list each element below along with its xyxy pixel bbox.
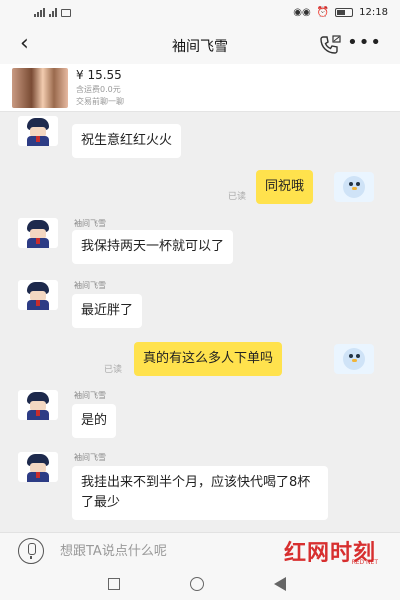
read-receipt: 已读 [104,365,123,375]
watermark-subtext: RED NET [351,559,378,566]
message-list[interactable]: 祝生意红红火火 已读 同祝哦 袖间飞雪 我保持两天一杯就可以了 袖间飞雪 最近胖… [0,112,400,532]
avatar[interactable] [18,218,58,248]
status-right-icons: ◉◉ ⏰ 12:18 [293,7,388,18]
phone-icon[interactable] [318,34,342,56]
vibrate-icon: ◉◉ [293,7,311,18]
status-bar: ◉◉ ⏰ 12:18 [0,0,400,26]
message-bubble[interactable]: 是的 [72,404,117,438]
avatar[interactable] [18,116,58,146]
sender-name: 袖间飞雪 [74,453,106,462]
message-bubble[interactable]: 同祝哦 [256,170,314,204]
recent-apps-icon[interactable] [108,578,120,590]
product-card[interactable]: ¥ 15.55 含运费0.0元 交易前聊一聊 [0,64,400,112]
chat-header: ‹ 袖间飞雪 ••• [0,26,400,64]
status-time: 12:18 [359,7,388,18]
message-input-bar: 红网时刻 RED NET [0,532,400,568]
alarm-icon: ⏰ [316,7,330,18]
system-nav-bar [0,568,400,600]
sender-name: 袖间飞雪 [74,391,106,400]
read-receipt: 已读 [228,192,247,202]
message-bubble[interactable]: 真的有这么多人下单吗 [134,342,283,376]
message-input[interactable] [60,539,240,563]
status-left-icons [34,8,71,17]
avatar[interactable] [334,344,374,374]
avatar[interactable] [18,452,58,482]
sender-name: 袖间飞雪 [74,219,106,228]
message-bubble[interactable]: 我挂出来不到半个月，应该快代喝了8杯了最少 [72,466,328,520]
message-bubble[interactable]: 最近胖了 [72,294,143,328]
avatar[interactable] [334,172,374,202]
microphone-icon[interactable] [18,538,44,564]
product-thumbnail[interactable] [12,68,68,108]
home-icon[interactable] [190,577,204,591]
notification-icon [61,8,71,17]
message-bubble[interactable]: 我保持两天一杯就可以了 [72,230,234,264]
wifi-icon [49,8,57,17]
product-price: ¥ 15.55 [76,68,122,82]
message-bubble[interactable]: 祝生意红红火火 [72,124,182,158]
battery-icon [335,8,354,17]
more-icon[interactable]: ••• [347,32,382,53]
sender-name: 袖间飞雪 [74,281,106,290]
avatar[interactable] [18,280,58,310]
chat-screen: ◉◉ ⏰ 12:18 ‹ 袖间飞雪 ••• ¥ 15.55 含运费0.0元 交易… [0,0,400,600]
product-shipping: 含运费0.0元 [76,85,121,94]
product-trade-note: 交易前聊一聊 [76,97,124,106]
avatar[interactable] [18,390,58,420]
back-triangle-icon[interactable] [274,577,286,591]
signal-icon [34,8,45,17]
